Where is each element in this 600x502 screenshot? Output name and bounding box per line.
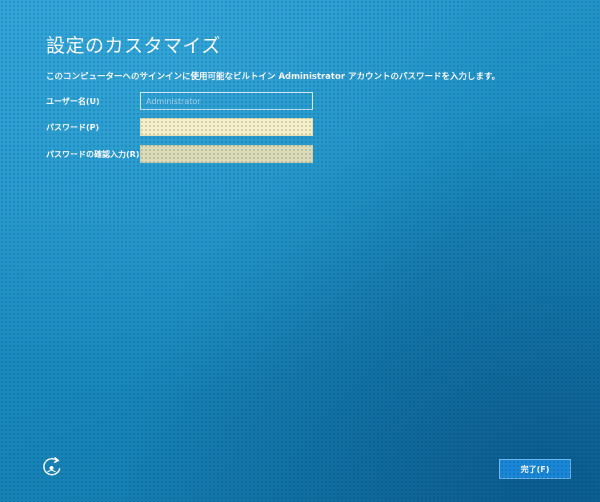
ease-of-access-icon[interactable] (40, 455, 64, 479)
username-label: ユーザー名(U) (46, 97, 100, 106)
confirm-password-field[interactable] (140, 145, 313, 163)
oobe-background: 設定のカスタマイズ このコンピューターへのサインインに使用可能なビルトイン Ad… (0, 0, 600, 502)
page-title: 設定のカスタマイズ (46, 35, 221, 57)
username-field[interactable] (140, 92, 313, 110)
confirm-password-label: パスワードの確認入力(R) (46, 150, 140, 159)
password-field[interactable] (140, 118, 313, 136)
finish-button[interactable]: 完了(F) (499, 459, 571, 479)
password-label: パスワード(P) (46, 123, 100, 132)
instruction-text: このコンピューターへのサインインに使用可能なビルトイン Administrato… (46, 72, 501, 82)
